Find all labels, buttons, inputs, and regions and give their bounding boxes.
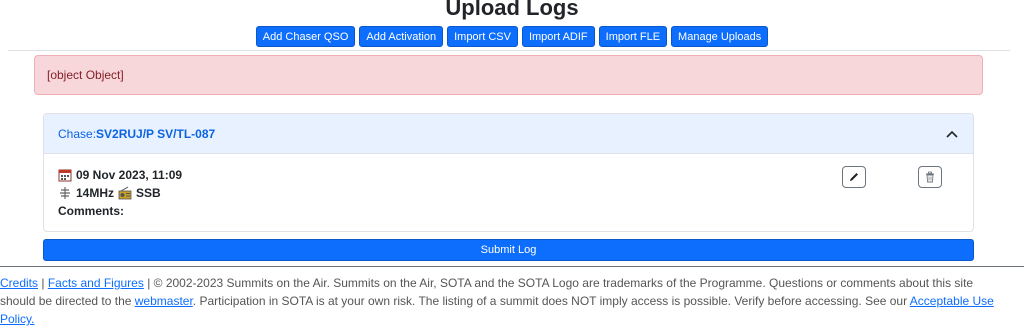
card-prefix: Chase:	[58, 126, 97, 141]
qso-date-line: 09 Nov 2023, 11:09	[58, 166, 959, 184]
header-divider	[8, 50, 1010, 51]
footer-text-2: . Participation in SOTA is at your own r…	[192, 294, 910, 308]
footer: Credits | Facts and Figures | © 2002-202…	[0, 274, 1010, 328]
qso-band-line: 14MHz SSB	[58, 184, 959, 202]
edit-qso-button[interactable]	[842, 166, 866, 188]
footer-divider	[0, 266, 1024, 267]
webmaster-link[interactable]: webmaster	[135, 294, 193, 308]
footer-sep: |	[38, 276, 48, 290]
facts-and-figures-link[interactable]: Facts and Figures	[48, 276, 144, 290]
page-title: Upload Logs	[445, 0, 579, 20]
delete-qso-button[interactable]	[918, 166, 942, 188]
error-alert: [object Object]	[34, 55, 983, 95]
qso-card-header[interactable]: Chase: SV2RUJ/P SV/TL-087	[44, 114, 973, 154]
manage-uploads-button[interactable]: Manage Uploads	[671, 26, 769, 47]
card-callsign: SV2RUJ/P SV/TL-087	[96, 126, 216, 141]
antenna-icon	[60, 187, 70, 199]
upload-toolbar: Add Chaser QSO Add Activation Import CSV…	[0, 26, 1024, 47]
add-activation-button[interactable]: Add Activation	[359, 26, 444, 47]
import-csv-button[interactable]: Import CSV	[447, 26, 518, 47]
add-chaser-qso-button[interactable]: Add Chaser QSO	[255, 26, 356, 47]
qso-datetime: 09 Nov 2023, 11:09	[76, 168, 183, 182]
pencil-icon	[850, 173, 858, 181]
import-fle-button[interactable]: Import FLE	[598, 26, 668, 47]
qso-band: 14MHz	[76, 186, 115, 200]
calendar-icon	[58, 169, 72, 182]
radio-icon	[118, 186, 132, 200]
submit-log-button[interactable]: Submit Log	[43, 239, 974, 261]
qso-mode: SSB	[136, 186, 161, 200]
qso-card-body: 09 Nov 2023, 11:09 14MHz SSB Comments:	[44, 154, 973, 220]
chevron-up-icon[interactable]	[945, 127, 959, 141]
qso-comments-line: Comments:	[58, 202, 959, 220]
credits-link[interactable]: Credits	[0, 276, 38, 290]
comments-label: Comments:	[58, 204, 125, 218]
import-adif-button[interactable]: Import ADIF	[521, 26, 595, 47]
trash-icon	[926, 171, 934, 183]
qso-card: Chase: SV2RUJ/P SV/TL-087 09 Nov 2023, 11…	[43, 113, 974, 232]
